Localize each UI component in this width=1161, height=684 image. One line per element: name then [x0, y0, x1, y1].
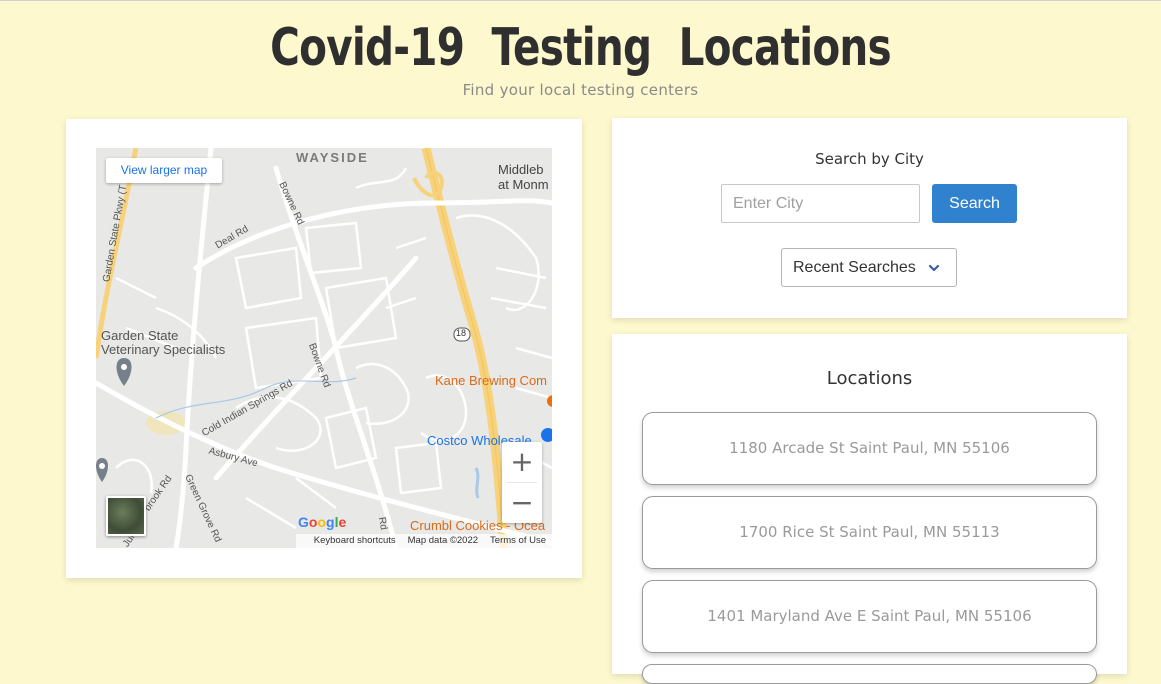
search-heading: Search by City — [815, 150, 924, 168]
city-search-input[interactable] — [721, 184, 920, 223]
map-card: WAYSIDE Middleb at Monm Garden State Pkw… — [66, 119, 582, 578]
zoom-controls: + − — [502, 442, 542, 523]
page-subtitle: Find your local testing centers — [462, 81, 699, 99]
map-label-middlebrook-2: at Monm — [498, 177, 549, 192]
recent-searches-label: Recent Searches — [793, 258, 916, 276]
recent-searches-dropdown[interactable]: Recent Searches — [781, 248, 957, 287]
search-card: Search by City Search Recent Searches — [612, 118, 1127, 318]
chevron-down-icon — [928, 261, 940, 279]
page-title: Covid-19 Testing Locations — [270, 18, 892, 78]
locations-heading: Locations — [826, 368, 913, 389]
view-larger-map-link[interactable]: View larger map — [106, 158, 222, 183]
location-item[interactable]: 1401 Maryland Ave E Saint Paul, MN 55106 — [642, 580, 1097, 653]
map-label-wayside: WAYSIDE — [296, 150, 369, 165]
map-data-text: Map data ©2022 — [407, 535, 479, 546]
location-item[interactable]: 1700 Rice St Saint Paul, MN 55113 — [642, 496, 1097, 569]
satellite-view-icon[interactable] — [106, 496, 146, 536]
map-label-kane-brewing: Kane Brewing Com — [435, 373, 547, 388]
map-label-vet-line1: Garden State — [101, 328, 179, 343]
zoom-in-button[interactable]: + — [502, 442, 542, 482]
terms-of-use-link[interactable]: Terms of Use — [490, 534, 546, 548]
map-footer: Keyboard shortcuts Map data ©2022 Terms … — [296, 534, 552, 548]
map-label-rd: Rd — [375, 516, 389, 531]
map-label-vet-line2: Veterinary Specialists — [101, 342, 226, 357]
embedded-map[interactable]: WAYSIDE Middleb at Monm Garden State Pkw… — [96, 148, 552, 548]
map-label-route-18: 18 — [456, 328, 467, 338]
map-label-middlebrook: Middleb — [498, 162, 544, 177]
location-item[interactable]: 1180 Arcade St Saint Paul, MN 55106 — [642, 412, 1097, 485]
location-item-partial[interactable] — [642, 664, 1097, 684]
zoom-out-button[interactable]: − — [502, 483, 542, 523]
page-header: Covid-19 Testing Locations Find your loc… — [0, 13, 1161, 99]
search-button[interactable]: Search — [932, 184, 1017, 223]
keyboard-shortcuts-link[interactable]: Keyboard shortcuts — [314, 534, 396, 548]
google-logo: Google — [298, 514, 347, 530]
locations-card: Locations 1180 Arcade St Saint Paul, MN … — [612, 334, 1127, 684]
